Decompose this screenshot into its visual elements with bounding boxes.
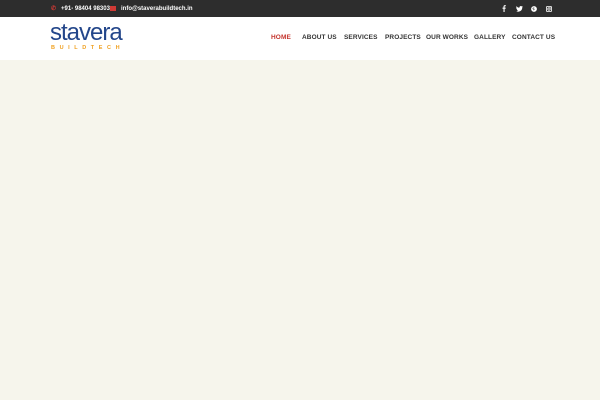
phone-contact[interactable]: ✆ +91- 98404 98303 — [51, 0, 110, 17]
facebook-icon[interactable] — [498, 0, 510, 17]
site-header: stavera BUILDTECH HOME ABOUT US SERVICES… — [0, 17, 600, 60]
nav-our-works[interactable]: OUR WORKS — [426, 34, 468, 41]
hero-area — [0, 60, 600, 400]
nav-home[interactable]: HOME — [271, 34, 291, 41]
logo[interactable]: stavera BUILDTECH — [50, 21, 130, 55]
nav-contact-us[interactable]: CONTACT US — [512, 34, 555, 41]
phone-number: +91- 98404 98303 — [61, 5, 110, 12]
pinterest-icon[interactable] — [528, 0, 540, 17]
nav-about-us[interactable]: ABOUT US — [302, 34, 337, 41]
email-address: info@staverabuildtech.in — [121, 5, 193, 12]
logo-wordmark: stavera — [50, 19, 123, 46]
twitter-icon[interactable] — [513, 0, 525, 17]
nav-gallery[interactable]: GALLERY — [474, 34, 506, 41]
nav-projects[interactable]: PROJECTS — [385, 34, 421, 41]
email-contact[interactable]: info@staverabuildtech.in — [110, 0, 193, 17]
phone-icon: ✆ — [51, 5, 57, 12]
mail-icon — [110, 6, 116, 11]
logo-tagline: BUILDTECH — [51, 45, 125, 51]
nav-services[interactable]: SERVICES — [344, 34, 378, 41]
top-bar: ✆ +91- 98404 98303 info@staverabuildtech… — [0, 0, 600, 17]
instagram-icon[interactable] — [543, 0, 555, 17]
